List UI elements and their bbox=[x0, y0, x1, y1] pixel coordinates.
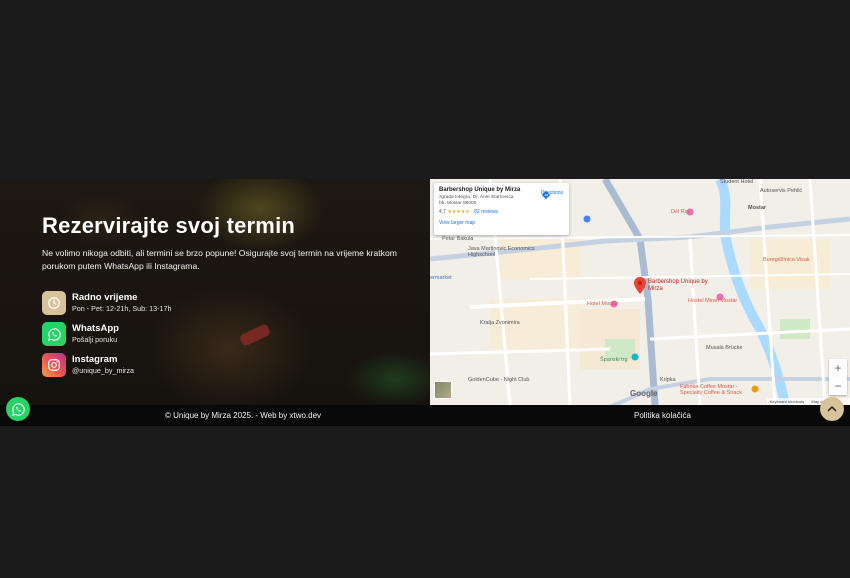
map-label-school: Java Martinovic Economics Highschool bbox=[468, 246, 535, 258]
working-hours-item: Radno vrijeme Pon - Pet: 12-21h, Sub: 13… bbox=[42, 291, 402, 315]
instagram-title[interactable]: Instagram bbox=[72, 354, 134, 366]
map-label-spanski-trg: Španski trg bbox=[600, 357, 628, 363]
whatsapp-icon[interactable] bbox=[11, 402, 26, 417]
directions-button[interactable]: Directions bbox=[541, 190, 563, 200]
zoom-in-button[interactable]: + bbox=[829, 359, 847, 377]
hero-content: Rezervirajte svoj termin Ne volimo nikog… bbox=[42, 213, 402, 384]
whatsapp-subtitle[interactable]: Pošalji poruku bbox=[72, 335, 119, 345]
clock-icon bbox=[42, 291, 66, 315]
instagram-item[interactable]: Instagram @unique_by_mirza bbox=[42, 353, 402, 377]
map-label-petar-bakula: Petar Bakula bbox=[442, 236, 474, 242]
footer-copyright: © Unique by Mirza 2025. - Web by xtwo.de… bbox=[165, 411, 322, 420]
google-map[interactable]: Barbershop Unique by Mirza zgrada Integr… bbox=[430, 179, 850, 405]
cookie-policy-link[interactable]: Politika kolačića bbox=[634, 411, 691, 420]
view-larger-map-link[interactable]: View larger map bbox=[439, 220, 564, 226]
reviews-link[interactable]: 82 reviews bbox=[474, 209, 498, 215]
map-label-golden-cube: GoldenCube - Night Club bbox=[468, 377, 530, 383]
place-card: Barbershop Unique by Mirza zgrada Integr… bbox=[434, 183, 569, 235]
map-label-fabrika: Fabrika Coffee Mostar - Specialty Coffee… bbox=[680, 384, 742, 396]
booking-title: Rezervirajte svoj termin bbox=[42, 213, 296, 238]
scroll-to-top-button[interactable] bbox=[820, 397, 844, 421]
map-label-barbershop[interactable]: Barbershop Unique by Mirza bbox=[648, 279, 708, 293]
instagram-handle[interactable]: @unique_by_mirza bbox=[72, 366, 134, 376]
whatsapp-item[interactable]: WhatsApp Pošalji poruku bbox=[42, 322, 402, 346]
whatsapp-title[interactable]: WhatsApp bbox=[72, 323, 119, 335]
place-address: zgrada Integra, Dr. Ante Starčevića bb, … bbox=[439, 195, 514, 206]
map-label-musala: Musala Brücke bbox=[706, 345, 743, 351]
keyboard-shortcuts-link[interactable]: Keyboard shortcuts bbox=[770, 399, 804, 404]
rating-value: 4.7 bbox=[439, 209, 446, 215]
map-label-market: ermarket bbox=[430, 275, 452, 281]
rating-stars: ★★★★★ bbox=[447, 209, 470, 215]
map-label-mostar: Mostar bbox=[748, 205, 767, 211]
chevron-up-icon[interactable] bbox=[826, 403, 838, 415]
google-logo: Google bbox=[630, 389, 658, 398]
booking-description: Ne volimo nikoga odbiti, ali termini se … bbox=[42, 248, 397, 271]
footer: © Unique by Mirza 2025. - Web by xtwo.de… bbox=[0, 405, 850, 426]
map-label-student-hotel: Student Hotel bbox=[720, 179, 754, 185]
place-rating: 4.7 ★★★★★ 82 reviews bbox=[439, 209, 564, 215]
working-hours-title: Radno vrijeme bbox=[72, 292, 138, 303]
map-label-buregdzinica: Buregdžinica Visak bbox=[763, 257, 810, 263]
whatsapp-float-button[interactable] bbox=[6, 397, 30, 421]
map-label-kralja-zvonimira: Kralja Zvonimira bbox=[480, 320, 520, 326]
instagram-icon[interactable] bbox=[42, 353, 66, 377]
map-label-del-rio: Dél Rio bbox=[671, 209, 690, 215]
map-label-autoservis: Autoservis Pehlić bbox=[760, 188, 803, 194]
map-label-kripka: Kripka bbox=[660, 377, 676, 383]
booking-section: Rezervirajte svoj termin Ne volimo nikog… bbox=[0, 179, 850, 405]
page: Rezervirajte svoj termin Ne volimo nikog… bbox=[0, 0, 850, 578]
zoom-out-button[interactable]: − bbox=[829, 377, 847, 395]
hero-background: Rezervirajte svoj termin Ne volimo nikog… bbox=[0, 179, 430, 405]
map-label-hotel-mostar: Hotel Mostar bbox=[587, 301, 619, 307]
working-hours-value: Pon - Pet: 12-21h, Sub: 13-17h bbox=[72, 304, 172, 313]
directions-icon[interactable] bbox=[541, 190, 551, 200]
satellite-toggle[interactable] bbox=[434, 381, 452, 399]
whatsapp-icon[interactable] bbox=[42, 322, 66, 346]
map-label-hostel: Hostel Miran Mostar bbox=[688, 298, 738, 304]
